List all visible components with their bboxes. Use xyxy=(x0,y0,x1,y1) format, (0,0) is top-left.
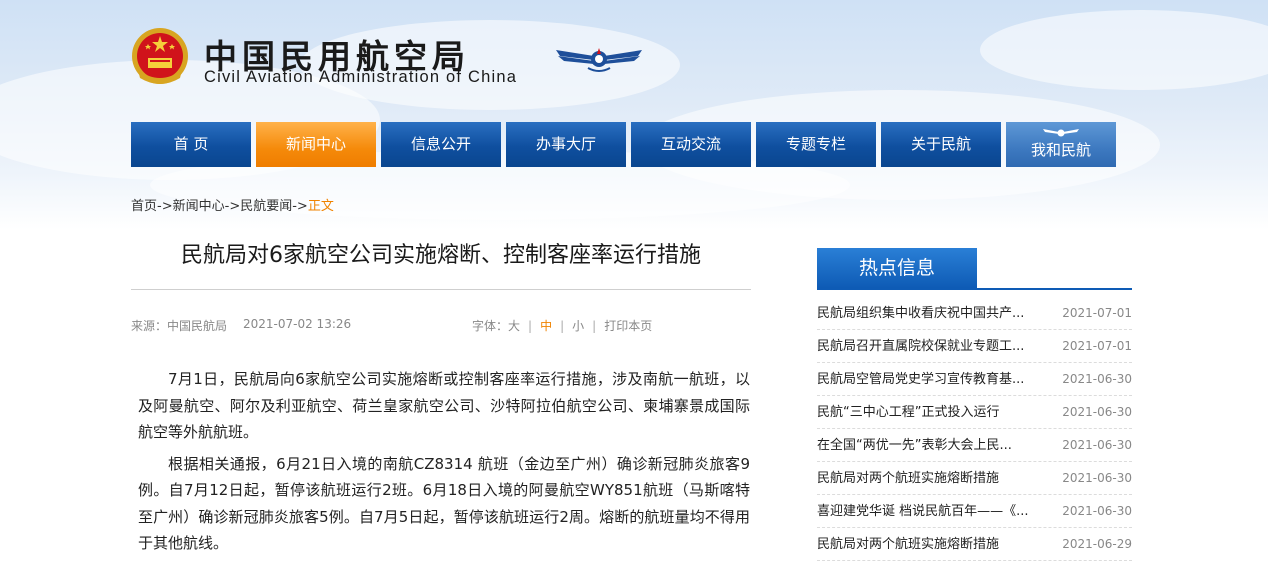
nav-info-disclosure[interactable]: 信息公开 xyxy=(381,122,501,167)
nav-service-hall[interactable]: 办事大厅 xyxy=(506,122,626,167)
list-item[interactable]: 民航“三中心工程”正式投入运行 2021-06-30 xyxy=(817,396,1132,429)
hot-item-date: 2021-06-30 xyxy=(1062,405,1132,419)
title-divider xyxy=(131,289,751,290)
breadcrumb-home[interactable]: 首页 xyxy=(131,199,157,214)
breadcrumb-news-center[interactable]: 新闻中心 xyxy=(173,199,225,214)
article-title: 民航局对6家航空公司实施熔断、控制客座率运行措施 xyxy=(181,243,701,268)
breadcrumb: 首页->新闻中心->民航要闻->正文 xyxy=(131,195,334,214)
hot-item-date: 2021-06-30 xyxy=(1062,504,1132,518)
hot-item-title: 民航局对两个航班实施熔断措施 xyxy=(817,471,1000,486)
nav-special-topics[interactable]: 专题专栏 xyxy=(756,122,876,167)
hot-item-date: 2021-06-29 xyxy=(1062,537,1132,551)
nav-home[interactable]: 首 页 xyxy=(131,122,251,167)
hot-item-title: 民航局召开直属院校保就业专题工... xyxy=(817,339,1025,354)
national-emblem-icon xyxy=(132,28,188,84)
font-large-button[interactable]: 大 xyxy=(508,319,520,333)
font-small-button[interactable]: 小 xyxy=(572,319,584,333)
breadcrumb-separator: -> xyxy=(224,199,241,214)
article-source: 来源：中国民航局 xyxy=(131,319,228,333)
hot-item-date: 2021-07-01 xyxy=(1062,339,1132,353)
article-paragraph: 7月1日，民航局向6家航空公司实施熔断或控制客座率运行措施，涉及南航一航班，以及… xyxy=(138,370,750,441)
breadcrumb-separator: -> xyxy=(157,199,173,214)
article-body: 7月1日，民航局向6家航空公司实施熔断或控制客座率运行措施，涉及南航一航班，以及… xyxy=(138,366,750,562)
breadcrumb-civil-aviation-news[interactable]: 民航要闻 xyxy=(240,199,292,214)
nav-me-and-civil-aviation[interactable]: 我和民航 xyxy=(1006,122,1116,167)
list-item[interactable]: 民航局空管局党史学习宣传教育基... 2021-06-30 xyxy=(817,363,1132,396)
list-item[interactable]: 喜迎建党华诞 档说民航百年——《... 2021-06-30 xyxy=(817,495,1132,528)
article-paragraph: 根据相关通报，6月21日入境的南航CZ8314 航班（金边至广州）确诊新冠肺炎旅… xyxy=(138,454,750,553)
breadcrumb-separator: -> xyxy=(292,199,308,214)
hot-item-date: 2021-06-30 xyxy=(1062,471,1132,485)
site-name-english: Civil Aviation Administration of China xyxy=(204,68,518,86)
print-page-link[interactable]: 打印本页 xyxy=(604,319,652,333)
hot-item-title: 喜迎建党华诞 档说民航百年——《... xyxy=(817,504,1029,519)
nav-me-label: 我和民航 xyxy=(1030,141,1091,159)
list-item[interactable]: 民航局组织集中收看庆祝中国共产... 2021-07-01 xyxy=(817,297,1132,330)
site-header: 中国民用航空局 Civil Aviation Administration of… xyxy=(130,22,830,92)
nav-about[interactable]: 关于民航 xyxy=(881,122,1001,167)
article-date: 2021-07-02 13:26 xyxy=(243,317,352,331)
nav-news-center[interactable]: 新闻中心 xyxy=(256,122,376,167)
list-item[interactable]: 民航局对两个航班实施熔断措施 2021-06-30 xyxy=(817,462,1132,495)
list-item[interactable]: 民航局对两个航班实施熔断措施 2021-06-29 xyxy=(817,528,1132,561)
hot-item-date: 2021-06-30 xyxy=(1062,372,1132,386)
list-item[interactable]: 在全国“两优一先”表彰大会上民... 2021-06-30 xyxy=(817,429,1132,462)
hot-item-title: 民航局对两个航班实施熔断措施 xyxy=(817,537,1000,552)
hot-item-title: 民航局组织集中收看庆祝中国共产... xyxy=(817,306,1025,321)
wings-icon xyxy=(1043,129,1079,137)
hot-item-date: 2021-06-30 xyxy=(1062,438,1132,452)
hot-info-list: 民航局组织集中收看庆祝中国共产... 2021-07-01 民航局召开直属院校保就… xyxy=(817,297,1132,561)
font-medium-button[interactable]: 中 xyxy=(540,319,552,333)
hot-item-date: 2021-07-01 xyxy=(1062,306,1132,320)
breadcrumb-current: 正文 xyxy=(307,199,334,214)
font-size-controls: 字体：大 | 中 | 小 | 打印本页 xyxy=(472,319,653,333)
nav-interaction[interactable]: 互动交流 xyxy=(631,122,751,167)
list-item[interactable]: 民航局召开直属院校保就业专题工... 2021-07-01 xyxy=(817,330,1132,363)
caac-wings-logo-icon xyxy=(556,48,642,72)
font-size-label: 字体： xyxy=(472,319,509,333)
hot-info-tab[interactable]: 热点信息 xyxy=(817,248,977,288)
hot-item-title: 在全国“两优一先”表彰大会上民... xyxy=(817,438,1012,453)
hot-info-divider xyxy=(817,288,1132,290)
hot-item-title: 民航局空管局党史学习宣传教育基... xyxy=(817,372,1025,387)
hot-item-title: 民航“三中心工程”正式投入运行 xyxy=(817,405,1000,420)
